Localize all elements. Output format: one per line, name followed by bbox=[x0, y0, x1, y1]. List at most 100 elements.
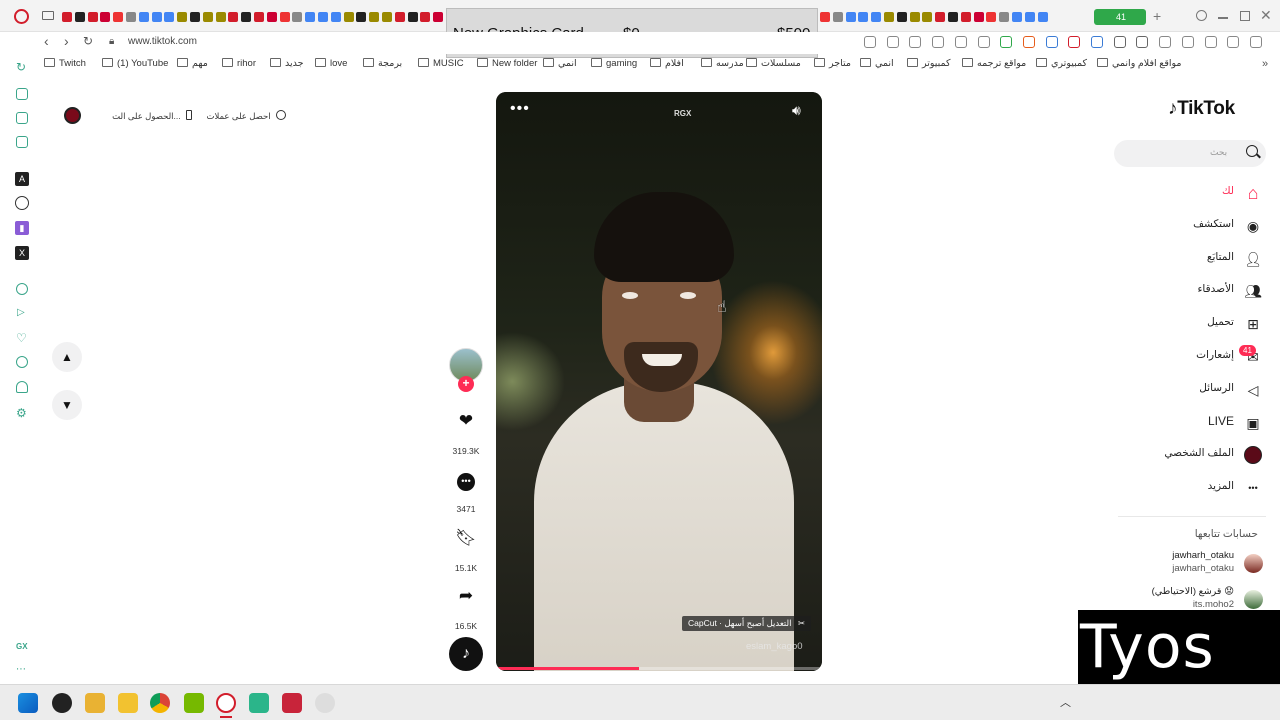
bookmark-item[interactable]: انمي bbox=[543, 58, 577, 69]
next-video-button[interactable]: ▼ bbox=[52, 390, 82, 420]
bookmark-item[interactable]: مهم bbox=[177, 58, 208, 69]
new-tab-icon[interactable]: + bbox=[1153, 8, 1161, 24]
nav-item-label[interactable]: المتابَع bbox=[1207, 251, 1234, 263]
minimize-icon[interactable] bbox=[1218, 17, 1228, 19]
extension-icon[interactable] bbox=[1159, 36, 1172, 48]
bookmark-item[interactable]: كمبيوتر bbox=[907, 58, 951, 69]
tab-favicon-icon[interactable] bbox=[1024, 12, 1035, 22]
bookmark-item[interactable]: مواقع افلام وانمي bbox=[1097, 58, 1182, 69]
tab-favicon-icon[interactable] bbox=[858, 12, 869, 22]
get-coins-button[interactable]: احصل على عملات bbox=[196, 104, 286, 128]
bookmark-item[interactable]: love bbox=[315, 58, 347, 69]
tab-favicon-icon[interactable] bbox=[202, 12, 213, 22]
tray-chevron-icon[interactable]: ︿ bbox=[1060, 694, 1071, 710]
sidebar-play-icon[interactable] bbox=[16, 283, 28, 295]
bookmark-item[interactable]: مواقع ترجمه bbox=[962, 58, 1026, 69]
bookmark-item[interactable]: انمي bbox=[860, 58, 894, 69]
tab-favicon-icon[interactable] bbox=[845, 12, 856, 22]
tab-favicon-icon[interactable] bbox=[177, 12, 188, 22]
file-explorer-icon[interactable] bbox=[118, 693, 138, 713]
video-progress-bar[interactable] bbox=[496, 667, 822, 670]
forward-icon[interactable]: › bbox=[64, 33, 69, 49]
follow-button[interactable]: + bbox=[458, 376, 474, 392]
bookmark-item[interactable]: New folder bbox=[477, 58, 537, 69]
account-avatar[interactable] bbox=[1244, 590, 1263, 609]
tab-favicon-icon[interactable] bbox=[356, 12, 367, 22]
bookmark-item[interactable]: gaming bbox=[591, 58, 637, 69]
tab-favicon-icon[interactable] bbox=[420, 12, 431, 22]
tab-favicon-icon[interactable] bbox=[266, 12, 277, 22]
tab-favicon-icon[interactable] bbox=[164, 12, 175, 22]
profile-icon[interactable] bbox=[1244, 446, 1262, 465]
volume-icon[interactable]: 🔊︎ bbox=[792, 102, 801, 119]
bookmark-item[interactable]: كمبيوتري bbox=[1036, 58, 1087, 69]
video-author[interactable]: eslam_kago0 bbox=[746, 641, 803, 652]
previous-video-button[interactable]: ▲ bbox=[52, 342, 82, 372]
tiktok-tab[interactable]: 41 bbox=[1094, 9, 1146, 25]
back-icon[interactable]: ‹ bbox=[44, 33, 49, 49]
tab-favicon-icon[interactable] bbox=[999, 12, 1010, 22]
nav-item-label[interactable]: المزيد bbox=[1208, 480, 1234, 492]
compass-icon[interactable]: ◉ bbox=[1244, 217, 1262, 235]
gx-icon[interactable]: GX bbox=[16, 642, 28, 651]
tab-favicon-icon[interactable] bbox=[241, 12, 252, 22]
windows-start-icon[interactable] bbox=[18, 693, 38, 713]
extension-icon[interactable] bbox=[1204, 36, 1217, 48]
comment-icon[interactable]: ••• bbox=[452, 469, 480, 491]
extension-icon[interactable] bbox=[1136, 36, 1149, 48]
bookmark-item[interactable]: افلام bbox=[650, 58, 684, 69]
extension-icon[interactable] bbox=[1249, 36, 1262, 48]
nav-item-label[interactable]: الرسائل bbox=[1199, 382, 1234, 394]
tab-favicon-icon[interactable] bbox=[279, 12, 290, 22]
discord-icon[interactable] bbox=[249, 693, 269, 713]
tab-favicon-icon[interactable] bbox=[935, 12, 946, 22]
extension-icon[interactable] bbox=[1113, 36, 1126, 48]
extension-icon[interactable] bbox=[864, 36, 876, 48]
mouse-app-icon[interactable] bbox=[315, 693, 335, 713]
tab-favicon-icon[interactable] bbox=[948, 12, 958, 22]
bookmark-item[interactable]: (1) YouTube bbox=[102, 58, 168, 69]
sidebar-m-icon[interactable] bbox=[16, 136, 28, 148]
tab-favicon-icon[interactable] bbox=[922, 12, 933, 22]
sidebar-bag-icon[interactable] bbox=[16, 88, 28, 100]
x-icon[interactable]: X bbox=[15, 246, 29, 260]
account-name[interactable]: قرشع (الاحتياطي) 😟 bbox=[1152, 586, 1234, 597]
nav-item-label[interactable]: لك bbox=[1222, 185, 1234, 197]
maximize-icon[interactable] bbox=[1240, 11, 1250, 21]
music-disc-icon[interactable]: ♪ bbox=[449, 637, 483, 671]
tab-favicon-icon[interactable] bbox=[382, 12, 392, 22]
tab-favicon-icon[interactable] bbox=[215, 12, 226, 22]
tab-favicon-icon[interactable] bbox=[1037, 12, 1048, 22]
mail-icon[interactable] bbox=[42, 11, 54, 20]
tab-favicon-icon[interactable] bbox=[318, 12, 328, 22]
twitch-icon[interactable]: ▮ bbox=[15, 221, 29, 235]
extension-icon[interactable] bbox=[909, 36, 922, 48]
extension-icon[interactable] bbox=[1227, 36, 1240, 48]
bookmark-item[interactable]: متاجر bbox=[814, 58, 851, 69]
follow-icon[interactable]: 👤︎ bbox=[1244, 250, 1262, 268]
amd-icon[interactable] bbox=[52, 693, 72, 713]
extension-icon[interactable] bbox=[932, 36, 945, 48]
capcut-caption[interactable]: CapCut · التعديل أصبح أسهل ✂ bbox=[682, 616, 811, 631]
get-app-button[interactable]: الحصول على الت... bbox=[106, 104, 192, 128]
nav-item-label[interactable]: LIVE bbox=[1208, 414, 1234, 428]
send-icon[interactable]: ◁ bbox=[1244, 381, 1262, 399]
tab-favicon-icon[interactable] bbox=[832, 12, 843, 22]
bookmark-icon[interactable]: 🔖︎ bbox=[452, 528, 480, 548]
search-icon[interactable] bbox=[1246, 145, 1258, 157]
extension-icon[interactable] bbox=[1022, 36, 1035, 48]
sidebar-extensions-icon[interactable] bbox=[16, 381, 28, 393]
share-icon[interactable]: ➦ bbox=[452, 586, 480, 606]
bookmark-item[interactable]: برمجة bbox=[363, 58, 402, 69]
sidebar-heart-icon[interactable]: ♡ bbox=[16, 331, 27, 345]
bookmarks-more-icon[interactable]: » bbox=[1262, 58, 1268, 70]
tab-favicon-icon[interactable] bbox=[407, 12, 418, 22]
user-avatar[interactable] bbox=[64, 107, 81, 124]
chatgpt-icon[interactable] bbox=[15, 196, 29, 210]
account-name[interactable]: jawharh_otaku bbox=[1172, 550, 1234, 561]
extension-icon[interactable] bbox=[1045, 36, 1058, 48]
video-menu-icon[interactable]: ••• bbox=[510, 100, 530, 118]
upload-icon[interactable]: ⊞ bbox=[1244, 315, 1262, 333]
chrome-icon[interactable] bbox=[150, 693, 170, 713]
tab-favicon-icon[interactable] bbox=[973, 12, 984, 22]
